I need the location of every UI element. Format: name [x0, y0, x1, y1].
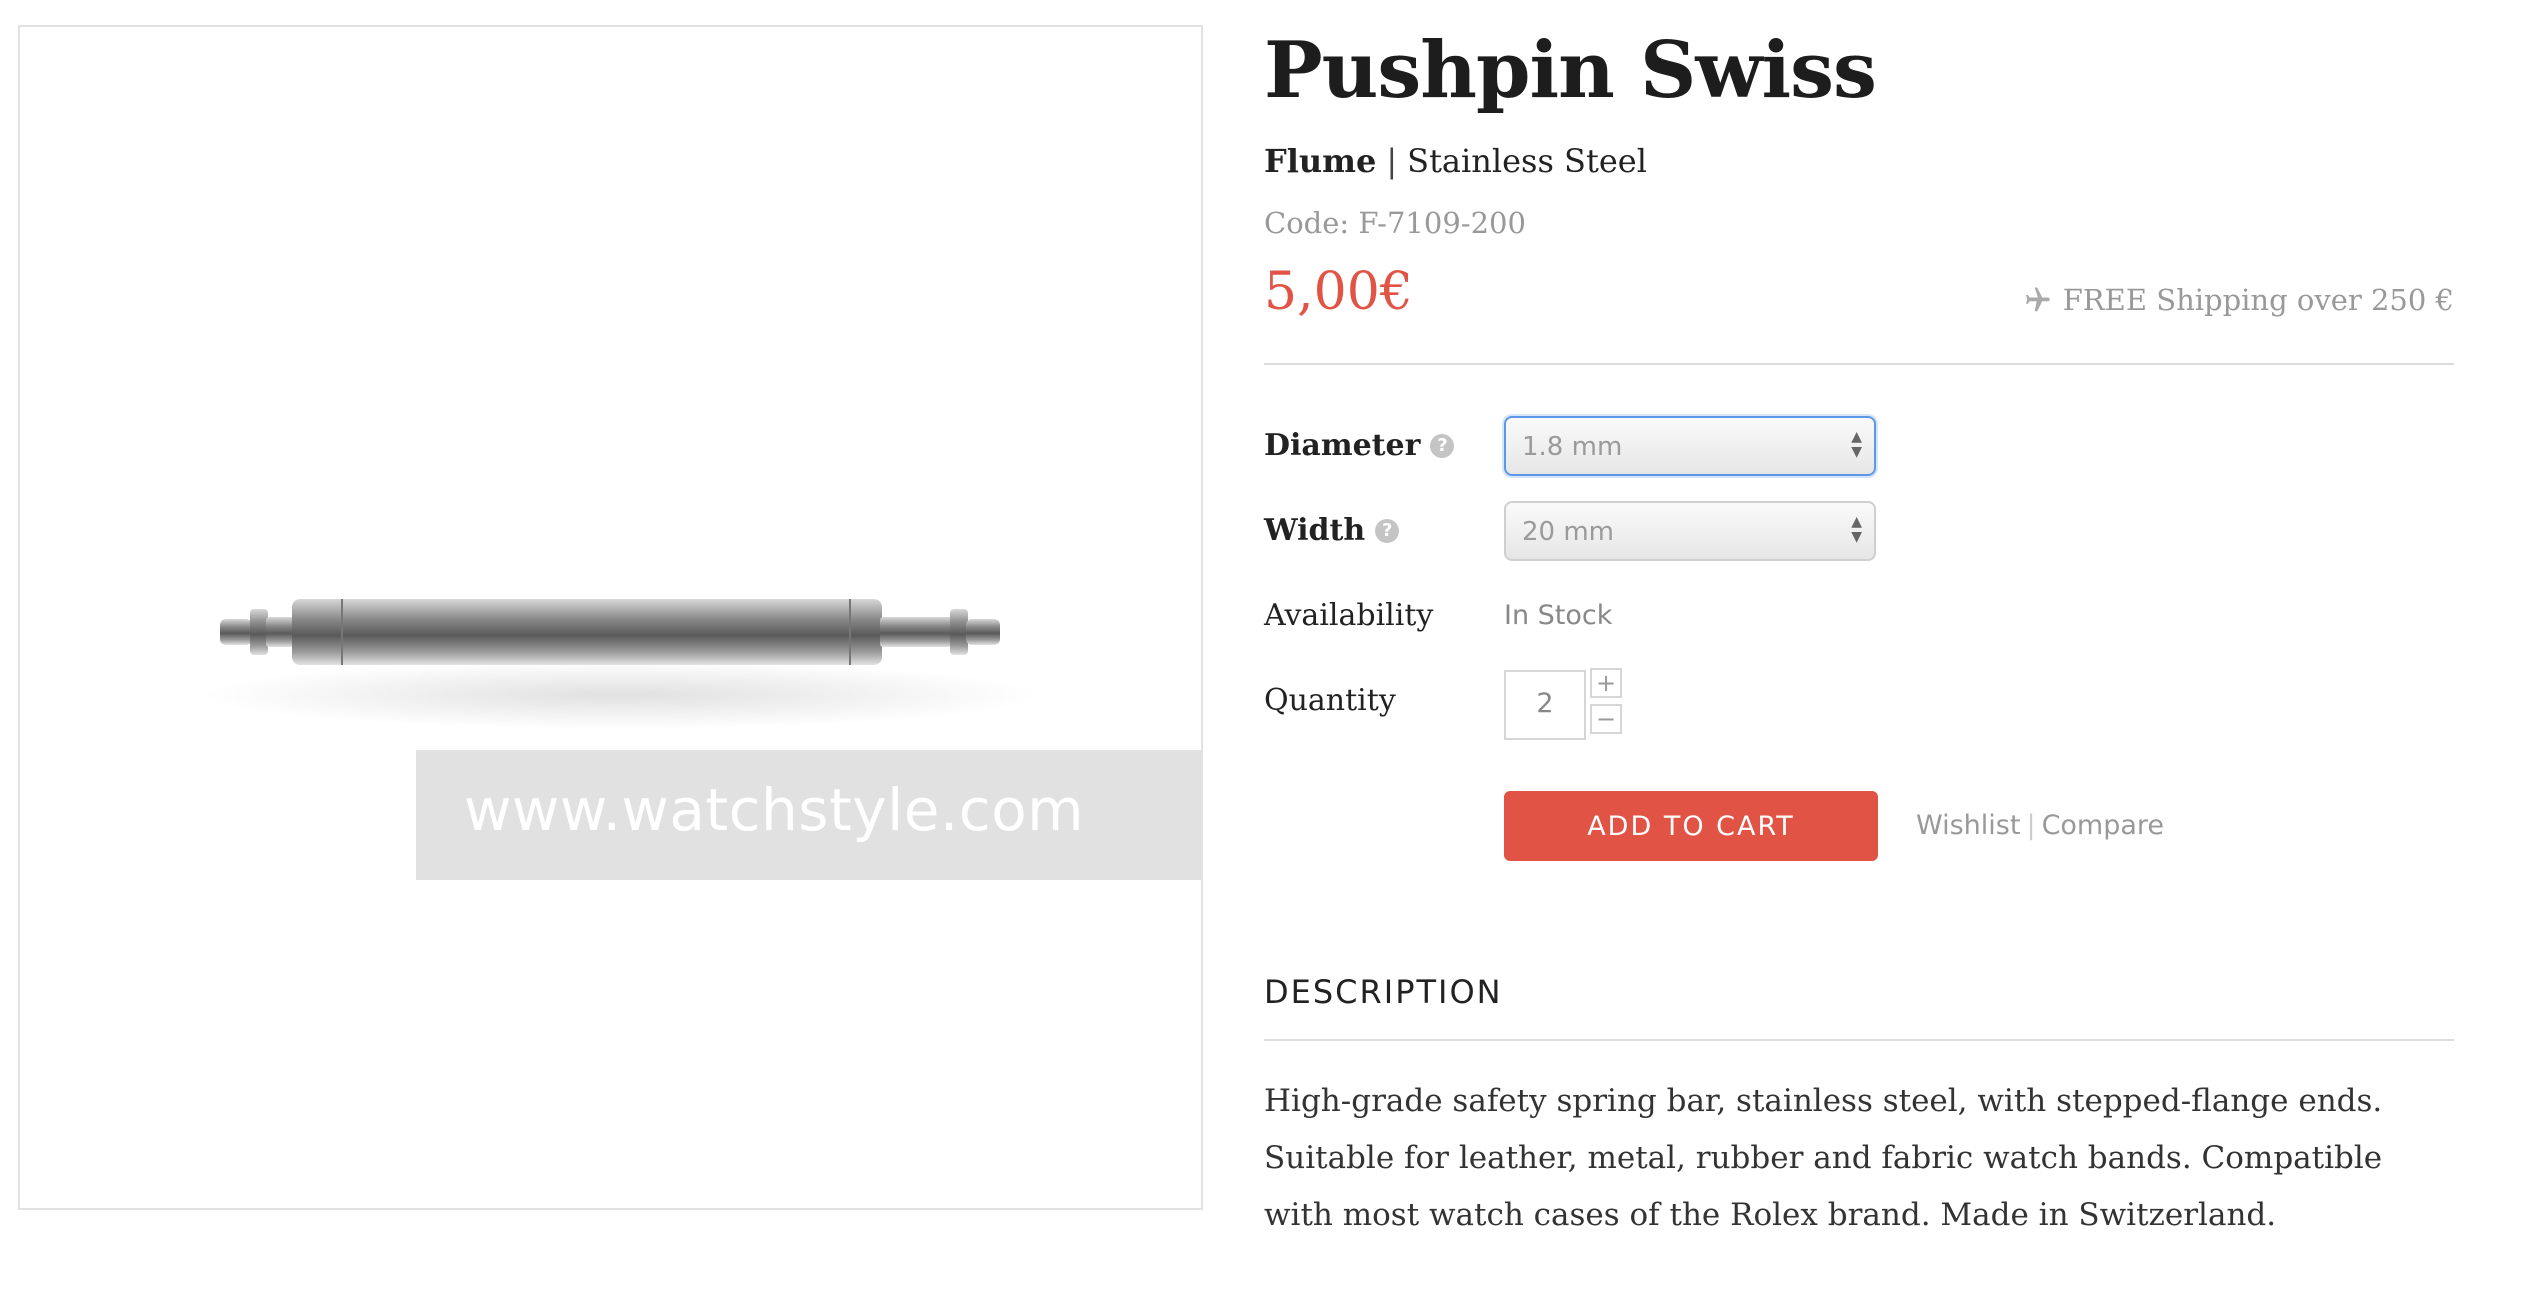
divider-description: [1264, 1039, 2454, 1041]
width-label-text: Width: [1264, 513, 1366, 548]
add-to-cart-button[interactable]: ADD TO CART: [1504, 791, 1878, 861]
shipping-info: FREE Shipping over 250 €: [2019, 283, 2454, 317]
divider-top: [1264, 363, 2454, 365]
width-select-value: 20 mm: [1522, 517, 1615, 547]
product-page: www.watchstyle.com Pushpin Swiss Flume | S…: [0, 0, 2546, 1304]
quantity-label: Quantity: [1264, 683, 1396, 718]
availability-label: Availability: [1264, 598, 1434, 633]
secondary-actions: Wishlist | Compare: [1916, 810, 2164, 841]
diameter-select[interactable]: 1.8 mm ▲ ▼: [1504, 416, 1876, 476]
width-label: Width ?: [1264, 513, 1400, 548]
diameter-label: Diameter ?: [1264, 428, 1455, 463]
width-select[interactable]: 20 mm ▲ ▼: [1504, 501, 1876, 561]
compare-link[interactable]: Compare: [2042, 810, 2164, 841]
availability-value: In Stock: [1504, 600, 1613, 631]
help-icon[interactable]: ?: [1430, 433, 1455, 458]
product-image: www.watchstyle.com: [18, 25, 1203, 1210]
wishlist-link[interactable]: Wishlist: [1916, 810, 2020, 841]
quantity-decrement-button[interactable]: −: [1590, 704, 1622, 734]
diameter-label-text: Diameter: [1264, 428, 1421, 463]
brand-name: Flume: [1264, 142, 1377, 180]
material: Stainless Steel: [1407, 142, 1647, 180]
watermark-text: www.watchstyle.com: [464, 776, 1085, 844]
updown-arrows-icon: ▲ ▼: [1851, 514, 1862, 545]
links-separator: |: [2026, 810, 2036, 841]
quantity-increment-button[interactable]: +: [1590, 668, 1622, 698]
product-price: 5,00€: [1264, 262, 1413, 322]
quantity-input[interactable]: 2: [1504, 670, 1586, 740]
brand-separator: |: [1386, 142, 1398, 180]
product-title: Pushpin Swiss: [1264, 25, 1877, 116]
brand-line: Flume | Stainless Steel: [1264, 142, 1647, 180]
product-code: Code: F-7109-200: [1264, 206, 1526, 240]
help-icon[interactable]: ?: [1375, 518, 1400, 543]
diameter-select-value: 1.8 mm: [1522, 432, 1623, 462]
description-heading: DESCRIPTION: [1264, 973, 1503, 1011]
description-text: High-grade safety spring bar, stainless …: [1264, 1083, 2383, 1233]
spring-bar-illustration: [200, 599, 1040, 729]
watermark-banner: www.watchstyle.com: [416, 750, 1201, 880]
airplane-icon: [2025, 287, 2050, 312]
shipping-text: FREE Shipping over 250 €: [2062, 283, 2454, 317]
updown-arrows-icon: ▲ ▼: [1851, 429, 1862, 460]
